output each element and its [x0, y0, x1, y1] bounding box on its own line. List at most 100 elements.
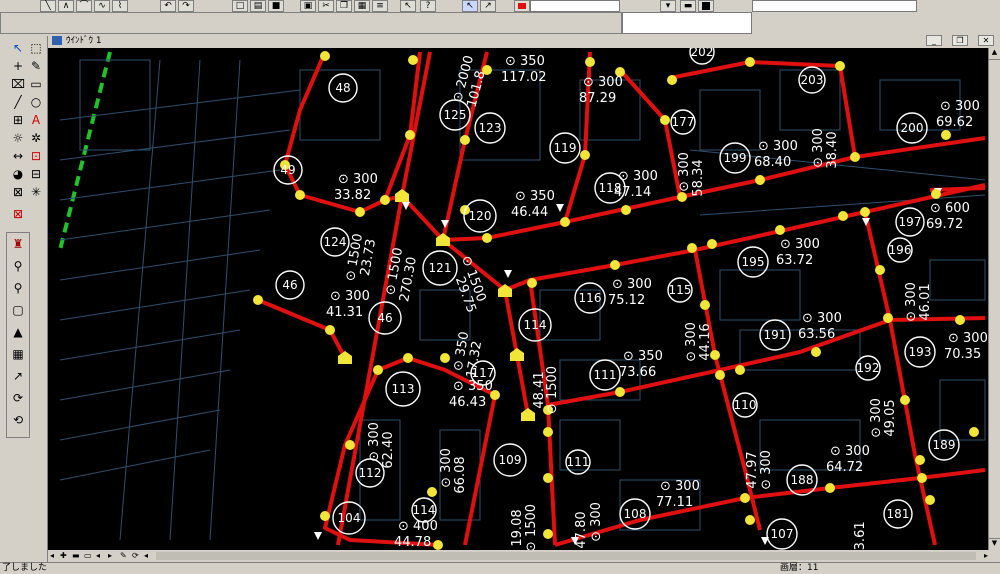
info-field[interactable]: [752, 0, 917, 12]
pipe-id-text: 113: [392, 382, 415, 396]
point-tool-icon[interactable]: +: [9, 58, 27, 75]
refresh-icon[interactable]: ⟳: [9, 390, 27, 407]
color-swatch-icon[interactable]: [514, 0, 530, 12]
redo-icon[interactable]: ↷: [178, 0, 194, 12]
scroll-down-arrow-icon[interactable]: ▼: [989, 538, 1000, 550]
vertical-scrollbar[interactable]: ▲ ▼: [988, 48, 1000, 550]
delete-cross-icon[interactable]: ⊠: [9, 206, 27, 223]
copy-icon[interactable]: ❐: [336, 0, 352, 12]
map-canvas[interactable]: 48 125 123 119 202 203 177 200 49 118 199 120 124 121…: [48, 48, 988, 550]
window-app-icon: [52, 36, 62, 45]
restore-button[interactable]: ❐: [952, 35, 968, 46]
star-tool-icon[interactable]: ✳: [27, 184, 45, 201]
horizontal-scrollbar[interactable]: [156, 552, 976, 560]
pipe-length-label: 87.29: [579, 91, 616, 106]
pipe-length-label: 73.66: [619, 365, 656, 380]
zoom-all-icon[interactable]: ▲: [9, 324, 27, 341]
refresh-view-icon[interactable]: ⟳: [132, 550, 139, 562]
pipe-id-text: 116: [579, 291, 602, 305]
print-icon[interactable]: ▣: [300, 0, 316, 12]
pipe-diameter-label: ⊙ 300: [758, 139, 798, 154]
pipe-id-text: 119: [554, 141, 577, 155]
open-file-icon[interactable]: ▤: [250, 0, 266, 12]
new-file-icon[interactable]: □: [232, 0, 248, 12]
pipe-id-text: 108: [624, 507, 647, 521]
pointer-icon[interactable]: ↖: [400, 0, 416, 12]
page-view-icon[interactable]: ▭: [84, 550, 92, 562]
draw-line-tool-icon[interactable]: ╲: [40, 0, 56, 12]
pipe-length-label: 70.35: [944, 347, 981, 362]
pan-icon[interactable]: ▦: [9, 346, 27, 363]
pipe-length-label: 33.82: [334, 188, 371, 203]
pipe-id-text: 46: [282, 278, 297, 292]
line-tool-icon[interactable]: ╱: [9, 94, 27, 111]
bucket-icon[interactable]: ♜: [9, 236, 27, 253]
next-page-icon[interactable]: ▸: [108, 550, 112, 562]
undo-icon[interactable]: ↶: [160, 0, 176, 12]
pipe-id-text: 195: [742, 255, 765, 269]
pipe-vertical-label: ⊙ 300: [904, 282, 919, 322]
add-page-icon[interactable]: ✚: [60, 550, 67, 562]
first-page-icon[interactable]: ◂: [50, 550, 54, 562]
help-icon[interactable]: ?: [420, 0, 436, 12]
layer-field[interactable]: [530, 0, 620, 12]
pipe-length-label: 41.31: [326, 305, 363, 320]
pipe-diameter-label: ⊙ 400: [398, 519, 438, 534]
pipe-id-text: 193: [909, 345, 932, 359]
draw-polyline-tool-icon[interactable]: ∧: [58, 0, 74, 12]
select-tool-arrow-icon[interactable]: ↖: [9, 40, 27, 57]
coordinate-field[interactable]: [622, 12, 752, 34]
pipe-id-text: 121: [429, 261, 452, 275]
close-button[interactable]: ✕: [978, 35, 994, 46]
line-type-icon[interactable]: ▬: [680, 0, 696, 12]
pipe-diameter-label: ⊙ 300: [660, 479, 700, 494]
remove-page-icon[interactable]: ▬: [72, 550, 80, 562]
pipe-vertical-label: 58.34: [691, 159, 706, 196]
pipe-vertical-label: ⊙ 1500: [524, 504, 539, 550]
command-area: [0, 12, 622, 34]
prev-page-icon[interactable]: ◂: [96, 550, 100, 562]
dimension-tool-icon[interactable]: ↔: [9, 148, 27, 165]
select-pick-icon[interactable]: ↗: [480, 0, 496, 12]
layer-tool-icon[interactable]: ⊟: [27, 166, 45, 183]
bulb-tool-icon[interactable]: ☼: [9, 130, 27, 147]
pipe-id-text: 181: [887, 507, 910, 521]
sync-icon[interactable]: ⟲: [9, 412, 27, 429]
line-color-icon[interactable]: [698, 0, 714, 12]
paint-bucket-icon[interactable]: ◕: [9, 166, 27, 183]
pencil-icon[interactable]: ✎: [120, 550, 127, 562]
draw-curve-tool-icon[interactable]: ∿: [94, 0, 110, 12]
draw-arc-tool-icon[interactable]: ⌒: [76, 0, 92, 12]
status-scale: 画層：11: [780, 563, 819, 573]
scroll-right-arrow-icon[interactable]: ▸: [984, 550, 988, 562]
node-tool-icon[interactable]: ⊡: [27, 148, 45, 165]
scroll-left-arrow-icon[interactable]: ◂: [144, 550, 148, 562]
pipe-vertical-label: 44.16: [698, 323, 713, 360]
pipe-vertical-label: 48.41: [532, 371, 547, 408]
gear-tool-icon[interactable]: ✲: [27, 130, 45, 147]
pipe-length-label: 75.12: [608, 293, 645, 308]
pipe-id-text: 189: [933, 438, 956, 452]
save-file-icon[interactable]: ■: [268, 0, 284, 12]
zoom-window-icon[interactable]: ▢: [9, 302, 27, 319]
paste-icon[interactable]: ▦: [354, 0, 370, 12]
measure-tool-icon[interactable]: ⊞: [9, 112, 27, 129]
circle-tool-icon[interactable]: ○: [27, 94, 45, 111]
scroll-up-arrow-icon[interactable]: ▲: [989, 48, 1000, 60]
window-select-icon[interactable]: ⬚: [27, 40, 45, 57]
zoom-in-magnifier-icon[interactable]: ⚲: [9, 258, 27, 275]
select-arrow-icon[interactable]: ↖: [462, 0, 478, 12]
minimize-button[interactable]: _: [926, 35, 942, 46]
redraw-icon[interactable]: ↗: [9, 368, 27, 385]
snap-tool-icon[interactable]: ✎: [27, 58, 45, 75]
rectangle-tool-icon[interactable]: ▭: [27, 76, 45, 93]
draw-spline-tool-icon[interactable]: ⌇: [112, 0, 128, 12]
properties-icon[interactable]: ≡: [372, 0, 388, 12]
polygon-tool-icon[interactable]: ⌧: [9, 76, 27, 93]
text-tool-icon[interactable]: A: [27, 112, 45, 129]
symbol-tool-icon[interactable]: ⊠: [9, 184, 27, 201]
layer-settings-icon[interactable]: ▾: [660, 0, 676, 12]
zoom-out-magnifier-icon[interactable]: ⚲: [9, 280, 27, 297]
drawing-window-titlebar[interactable]: ｳｲﾝﾄﾞｳ 1 _ ❐ ✕: [48, 34, 1000, 48]
cut-icon[interactable]: ✂: [318, 0, 334, 12]
